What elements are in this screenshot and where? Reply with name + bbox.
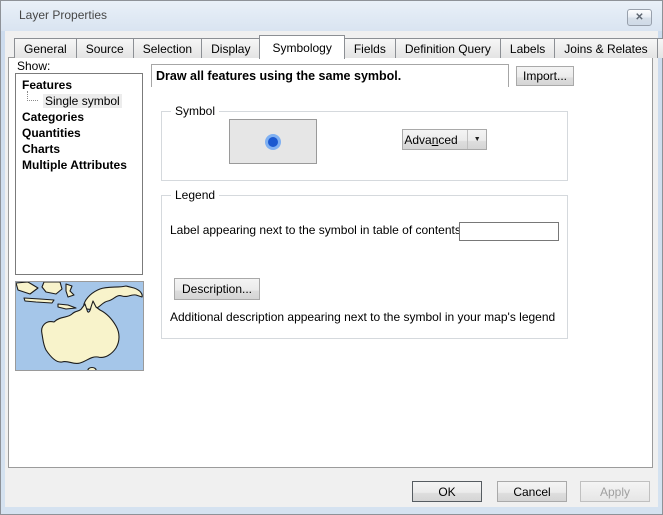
symbol-group-title: Symbol (171, 104, 219, 118)
map-preview-icon (16, 282, 144, 371)
legend-label-caption: Label appearing next to the symbol in ta… (170, 223, 464, 237)
legend-group-title: Legend (171, 188, 219, 202)
tab-selection[interactable]: Selection (133, 38, 202, 58)
close-button[interactable]: ✕ (627, 9, 652, 26)
titlebar[interactable]: Layer Properties ✕ (1, 1, 662, 31)
apply-button[interactable]: Apply (580, 481, 650, 502)
window-title: Layer Properties (19, 8, 107, 22)
symbol-preview-button[interactable] (229, 119, 317, 164)
show-label: Show: (17, 59, 50, 73)
legend-additional-caption: Additional description appearing next to… (170, 310, 555, 324)
show-item-charts[interactable]: Charts (16, 141, 142, 157)
tab-general[interactable]: General (14, 38, 77, 58)
symbol-group: Symbol Advanced ▼ (161, 111, 568, 181)
dialog-body: General Source Selection Display Symbolo… (5, 31, 658, 507)
show-item-categories[interactable]: Categories (16, 109, 142, 125)
tab-fields[interactable]: Fields (344, 38, 396, 58)
legend-label-input[interactable] (459, 222, 559, 241)
layer-properties-dialog: Layer Properties ✕ General Source Select… (0, 0, 663, 515)
tab-labels[interactable]: Labels (500, 38, 555, 58)
advanced-button[interactable]: Advanced ▼ (402, 129, 487, 150)
legend-group: Legend Label appearing next to the symbo… (161, 195, 568, 339)
import-button[interactable]: Import... (516, 66, 574, 86)
show-item-quantities[interactable]: Quantities (16, 125, 142, 141)
point-symbol-icon (263, 132, 283, 152)
renderer-heading-box: Draw all features using the same symbol. (151, 64, 509, 87)
tab-joins-relates[interactable]: Joins & Relates (554, 38, 657, 58)
tab-time[interactable]: Time (657, 38, 663, 58)
show-item-multiple-attributes[interactable]: Multiple Attributes (16, 157, 142, 173)
advanced-label: Advanced (404, 133, 457, 147)
tab-definition-query[interactable]: Definition Query (395, 38, 501, 58)
tab-source[interactable]: Source (76, 38, 134, 58)
chevron-down-icon: ▼ (467, 130, 481, 149)
renderer-heading: Draw all features using the same symbol. (156, 69, 401, 83)
description-button[interactable]: Description... (174, 278, 260, 300)
ok-button[interactable]: OK (412, 481, 482, 502)
tab-symbology[interactable]: Symbology (259, 35, 344, 59)
show-listbox[interactable]: Features Single symbol Categories Quanti… (15, 73, 143, 275)
show-item-single-symbol[interactable]: Single symbol (16, 93, 142, 109)
close-icon: ✕ (635, 12, 643, 23)
cancel-button[interactable]: Cancel (497, 481, 567, 502)
tab-strip: General Source Selection Display Symbolo… (14, 35, 663, 58)
map-preview-thumbnail (15, 281, 144, 371)
tree-branch-icon (27, 91, 38, 101)
symbology-tab-page: Show: Features Single symbol Categories … (8, 57, 653, 468)
tab-display[interactable]: Display (201, 38, 260, 58)
show-item-single-symbol-label: Single symbol (43, 94, 122, 108)
